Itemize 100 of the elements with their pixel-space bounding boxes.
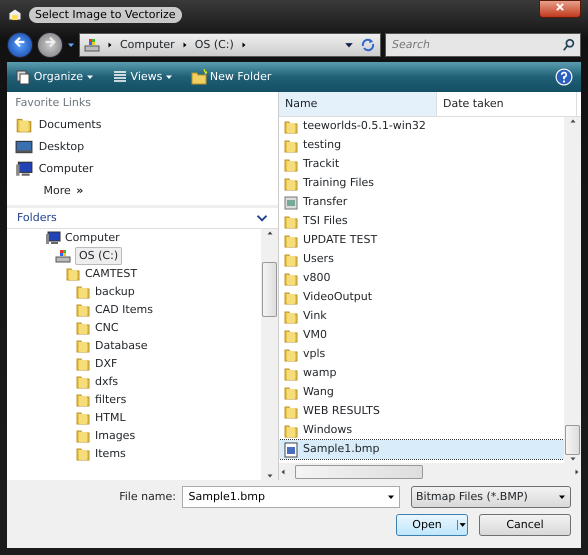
file-row[interactable]: Windows [279,421,564,440]
file-row[interactable]: teeworlds-0.5.1-win32 [279,117,564,136]
folder-icon [283,346,299,362]
back-arrow-icon [13,35,27,50]
file-row[interactable]: testing [279,136,564,155]
computer-icon [15,160,34,178]
dropdown-icon [386,493,394,501]
forward-button[interactable] [37,32,63,58]
tree-item[interactable]: CAD Items [95,302,153,318]
favorite-link[interactable]: Desktop [38,138,84,156]
tree-item[interactable]: Database [95,338,148,354]
chevron-icon [106,41,114,49]
folder-icon [75,338,91,354]
file-row[interactable]: TSI Files [279,212,564,231]
search-field[interactable]: Search [390,36,562,54]
favorite-link[interactable]: Computer [38,160,94,178]
folder-icon [75,446,91,462]
folder-icon [283,308,299,324]
section-title: Favorite Links [14,94,92,111]
file-row[interactable]: VideoOutput [279,288,564,307]
file-row[interactable]: vpls [279,345,564,364]
folder-icon [283,232,299,248]
desktop-icon [15,138,34,156]
file-row[interactable]: UPDATE TEST [279,231,564,250]
file-row[interactable]: Vink [279,307,564,326]
new-folder-icon [191,69,208,85]
file-row[interactable]: wamp [279,364,564,383]
close-button[interactable] [539,0,581,18]
forward-arrow-icon [43,35,57,50]
address-bar[interactable]: Computer OS (C:) [79,33,381,57]
column-header[interactable]: Date taken [437,92,577,116]
file-row[interactable]: Users [279,250,564,269]
tree-item[interactable]: CAMTEST [85,266,138,282]
more-link[interactable]: More [44,182,71,200]
folder-icon [283,290,299,306]
folder-icon [65,266,81,282]
favorite-link[interactable]: Documents [38,116,102,134]
column-header[interactable]: Name [279,92,437,116]
tree-item[interactable]: Images [95,428,136,444]
file-row[interactable]: Transfer [279,193,564,212]
folder-icon [283,384,299,400]
tree-item[interactable]: Computer [65,230,120,246]
drive-icon [55,248,71,264]
scroll-thumb[interactable] [262,262,277,317]
folder-icon [283,176,299,192]
scroll-right-icon[interactable] [573,468,581,476]
folder-icon [75,410,91,426]
chevron-icon [180,41,189,49]
app-icon [7,7,23,23]
caret-icon [457,520,467,530]
file-row[interactable]: VM0 [279,326,564,345]
breadcrumb[interactable]: OS (C:) [194,36,234,54]
scroll-thumb[interactable] [565,425,580,456]
file-row[interactable]: Wang [279,383,564,402]
folder-icon [283,422,299,438]
folder-icon [75,320,91,336]
tree-item[interactable]: OS (C:) [75,246,122,265]
file-row[interactable]: v800 [279,269,564,288]
file-row[interactable]: WEB RESULTS [279,402,564,421]
folder-icon [283,328,299,344]
search-icon [562,38,576,52]
tree-item[interactable]: HTML [95,410,126,426]
tree-item[interactable]: backup [95,284,135,300]
section-title: Folders [17,210,57,226]
chevrons-glyph: » [76,182,84,199]
back-button[interactable] [7,32,33,58]
refresh-icon[interactable] [360,37,376,53]
toolbar-button[interactable]: New Folder [191,68,272,86]
folder-icon [283,118,299,134]
tree-item[interactable]: DXF [95,356,118,372]
dropdown-icon [86,73,94,81]
dropdown-icon[interactable] [344,40,354,50]
scroll-thumb[interactable] [295,464,423,479]
dialog-button[interactable]: Open [396,514,468,536]
file-name-combo[interactable]: Sample1.bmp [182,486,400,508]
tree-item[interactable]: dxfs [95,374,118,390]
breadcrumb[interactable]: Computer [120,36,175,54]
file-type-dropdown[interactable]: Bitmap Files (*.BMP) [411,486,571,508]
help-icon[interactable] [555,68,573,86]
file-row[interactable]: Training Files [279,174,564,193]
folder-icon [283,404,299,420]
tree-item[interactable]: Items [95,446,126,462]
folder-icon [75,428,91,444]
file-row[interactable]: Sample1.bmp [279,440,564,459]
toolbar-button[interactable]: Organize [15,68,94,86]
folder-icon [75,392,91,408]
dropdown-icon[interactable] [67,41,75,49]
file-row[interactable]: Trackit [279,155,564,174]
toolbar-button[interactable]: Views [112,68,174,86]
dialog-button[interactable]: Cancel [479,514,571,536]
tree-item[interactable]: filters [95,392,126,408]
dropdown-icon [165,73,174,81]
folder-icon [75,302,91,318]
computer-icon [45,230,61,246]
drive-icon [84,37,100,53]
scroll-up-icon[interactable] [568,117,576,125]
search-box[interactable]: Search [385,33,581,57]
tree-item[interactable]: CNC [95,320,119,336]
folder-icon [283,214,299,230]
chevron-icon [240,41,248,49]
